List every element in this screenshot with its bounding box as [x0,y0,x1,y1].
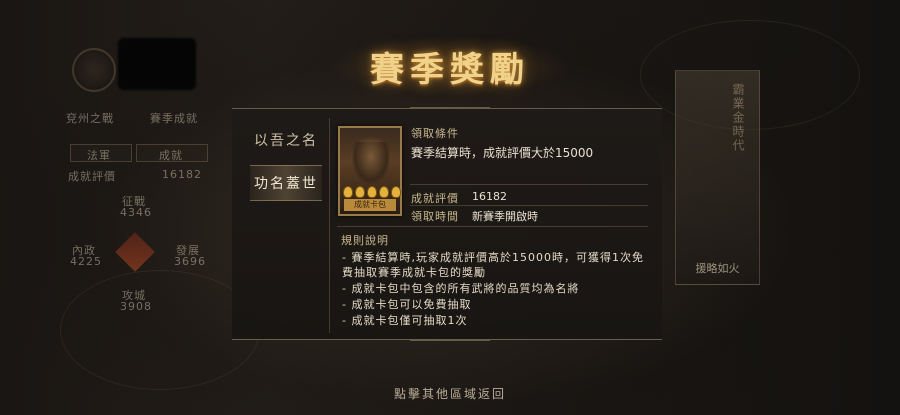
condition-text: 賽季結算時，成就評價大於15000 [411,146,594,160]
rule-line: - 成就卡包中包含的所有武將的品質均為名將 [342,282,580,295]
vertical-divider [329,118,330,333]
row-divider [410,205,648,206]
card-plate: 成就卡包 [344,199,396,211]
modal-title: 賽季獎勵 [370,50,530,90]
bg-stat-value: 3696 [174,255,206,268]
battle-label: 兗州之戰 [66,112,114,125]
bg-hero-portrait: 霸業金時代 援略如火 [675,70,760,285]
bg-portrait-tag: 援略如火 [695,262,740,275]
bg-tab-label: 法軍 [87,149,111,162]
star-icon [367,186,377,198]
star-icon [355,186,365,198]
bg-score-label: 成就評價 [68,170,116,183]
bg-tab-label: 成就 [159,149,183,162]
season-achievement-label: 賽季成就 [150,112,198,125]
cloud-swirl-decoration [60,270,260,390]
star-icon [379,186,389,198]
rule-line: - 成就卡包僅可抽取1次 [342,314,468,327]
bg-stat-value: 4346 [120,206,152,219]
panel-top-ornament [410,100,490,108]
bg-tab-achievement: 成就 [136,144,208,162]
card-hero-figure [352,142,390,184]
modal-title-wrap: 賽季獎勵 [0,42,900,91]
star-icon [391,186,401,198]
score-label: 成就評價 [411,192,459,205]
rules-title: 規則說明 [341,234,389,247]
tab-peerless-merit[interactable]: 功名蓋世 [250,165,322,201]
tab-label: 功名蓋世 [254,176,318,192]
card-star-row [343,186,401,198]
bg-stat-value: 3908 [120,300,152,313]
score-value: 16182 [472,190,507,203]
rule-line: 費抽取賽季成就卡包的獎勵 [342,266,486,279]
bg-vertical-text: 霸業金時代 [731,83,745,153]
bg-score-value: 16182 [162,168,202,181]
time-label: 領取時間 [411,210,459,223]
tap-to-return-hint: 點擊其他區域返回 [393,387,506,401]
tab-label: 以吾之名 [254,133,318,149]
rule-line: - 賽季結算時,玩家成就評價高於15000時，可獲得1次免 [342,251,644,264]
panel-bottom-ornament [410,340,490,348]
row-divider [410,184,648,185]
bg-tab-army: 法軍 [70,144,132,162]
achievement-card-pack[interactable]: 成就卡包 [338,126,402,216]
time-value: 新賽季開啟時 [472,210,538,223]
row-divider [337,226,648,227]
star-icon [343,186,353,198]
tab-in-my-name[interactable]: 以吾之名 [250,122,322,158]
rule-line: - 成就卡包可以免費抽取 [342,298,472,311]
bg-stat-value: 4225 [70,255,102,268]
condition-label: 領取條件 [411,127,459,140]
